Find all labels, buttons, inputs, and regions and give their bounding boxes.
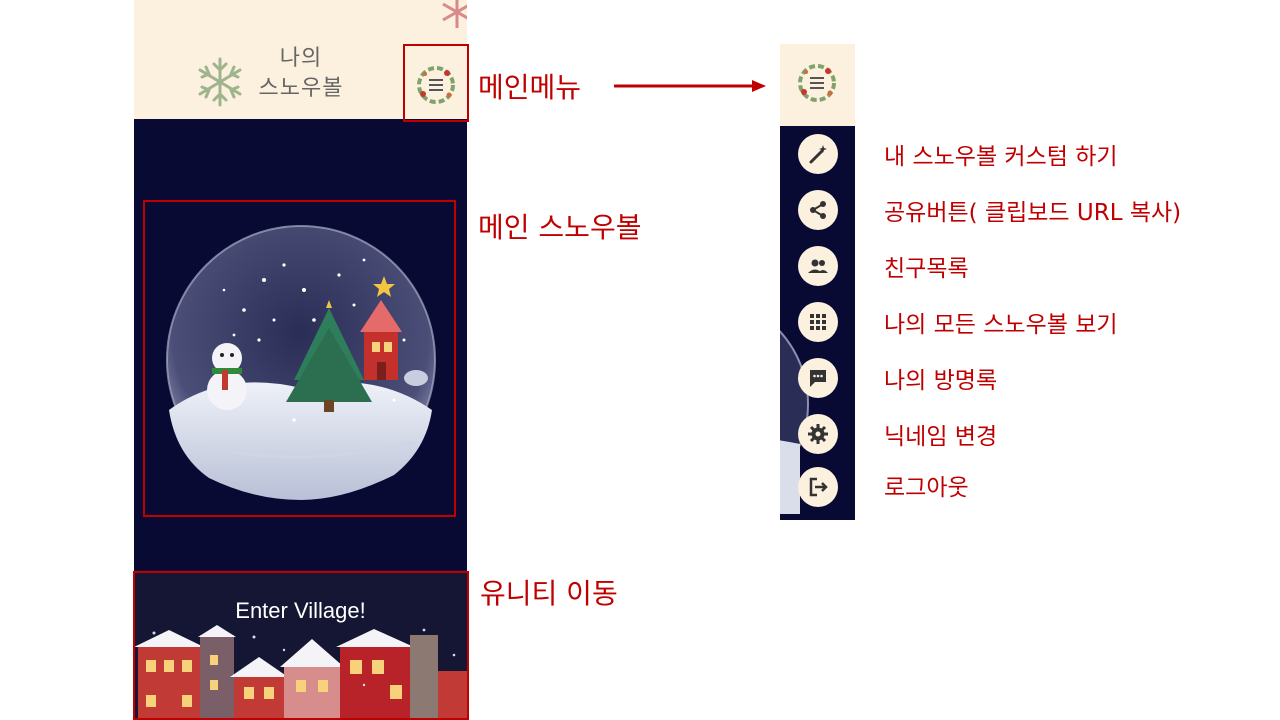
app-title: 나의 스노우볼: [246, 44, 356, 104]
annotation-unity-move: 유니티 이동: [480, 577, 618, 610]
annotation-main-snowball: 메인 스노우볼: [478, 211, 642, 244]
magic-wand-icon: [809, 145, 827, 164]
grid-icon: [810, 314, 826, 330]
snowflake-logo-icon: [198, 57, 242, 107]
menu-label-logout: 로그아웃: [884, 475, 969, 501]
menu-label-customize: 내 스노우볼 커스텀 하기: [884, 144, 1118, 170]
arrow-right-icon: [614, 80, 766, 92]
main-snowball-highlight: [143, 200, 456, 517]
menu-panel: [780, 44, 855, 520]
menu-item-customize[interactable]: [798, 134, 838, 174]
wreath-menu-icon[interactable]: [794, 60, 840, 106]
menu-item-guestbook[interactable]: [798, 358, 838, 398]
gear-icon: [808, 424, 828, 444]
annotation-main-menu: 메인메뉴: [478, 71, 582, 104]
menu-label-guestbook: 나의 방명록: [884, 368, 998, 394]
share-icon: [810, 201, 826, 219]
logout-icon: [809, 477, 828, 497]
snowflake-decoration-icon: [442, 0, 467, 28]
village-highlight: [133, 571, 469, 720]
menu-label-friends: 친구목록: [884, 256, 969, 282]
menu-item-share[interactable]: [798, 190, 838, 230]
main-menu-highlight: [403, 44, 469, 122]
app-title-line1: 나의: [279, 46, 323, 71]
menu-label-all-snowballs: 나의 모든 스노우볼 보기: [884, 312, 1118, 338]
people-icon: [808, 259, 828, 273]
app-title-line2: 스노우볼: [258, 76, 344, 101]
menu-item-friends[interactable]: [798, 246, 838, 286]
menu-label-nickname: 닉네임 변경: [884, 424, 998, 450]
menu-item-all-snowballs[interactable]: [798, 302, 838, 342]
chat-icon: [810, 370, 826, 387]
menu-panel-header: [780, 44, 855, 126]
menu-item-nickname[interactable]: [798, 414, 838, 454]
menu-label-share: 공유버튼( 클립보드 URL 복사): [884, 200, 1182, 226]
menu-item-logout[interactable]: [798, 467, 838, 507]
